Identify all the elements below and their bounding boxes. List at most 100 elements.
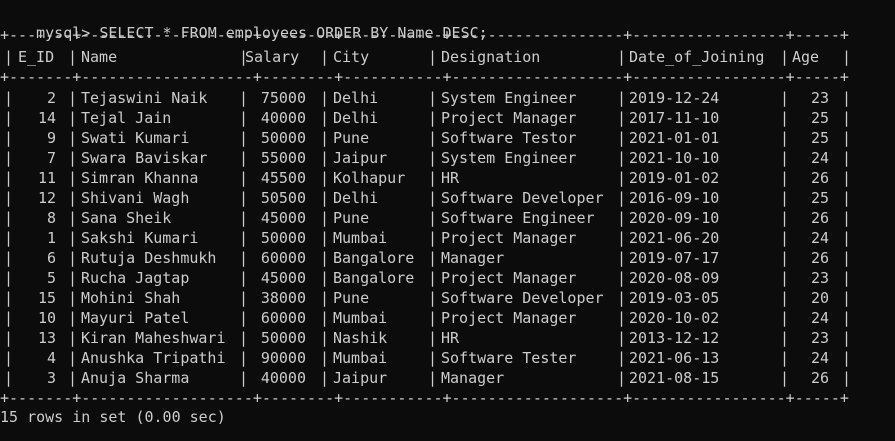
column-separator: | [780,209,790,227]
terminal-window[interactable]: mysql> SELECT * FROM employees ORDER BY … [0,0,895,441]
column-separator: | [320,169,330,187]
column-separator: | [68,329,78,347]
cell-designation: Software Tester [441,349,577,367]
cell-date-of-joining: 2016-09-10 [629,189,720,207]
column-separator: | [428,48,438,66]
column-separator: | [780,229,790,247]
cell-city: Mumbai [333,309,388,327]
cell-date-of-joining: 2019-07-17 [629,249,720,267]
cell-age: 24 [810,149,829,167]
cell-date-of-joining: 2021-01-01 [629,129,720,147]
column-separator: | [428,129,438,147]
column-separator: | [320,229,330,247]
cell-age: 20 [810,289,829,307]
column-separator: | [428,169,438,187]
cell-salary: 55000 [260,149,306,167]
column-separator: | [68,129,78,147]
cell-e-id: 11 [37,169,56,187]
cell-age: 23 [810,329,829,347]
cell-date-of-joining: 2020-08-09 [629,269,720,287]
cell-city: Kolhapur [333,169,406,187]
column-separator: | [68,89,78,107]
column-separator: | [842,229,852,247]
cell-city: Pune [333,289,370,307]
cell-date-of-joining: 2021-06-20 [629,229,720,247]
column-separator: | [4,249,14,267]
cell-age: 23 [810,269,829,287]
column-separator: | [842,269,852,287]
column-separator: | [68,229,78,247]
cell-age: 25 [810,109,829,127]
cell-e-id: 10 [37,309,56,327]
cell-salary: 60000 [260,309,306,327]
column-separator: | [4,349,14,367]
column-separator: | [617,329,627,347]
column-separator: | [4,89,14,107]
cell-age: 26 [810,249,829,267]
column-header-designation: Designation [441,48,541,66]
cell-salary: 60000 [260,249,306,267]
column-separator: | [68,169,78,187]
column-separator: | [320,109,330,127]
column-separator: | [428,369,438,387]
column-separator: | [4,209,14,227]
column-separator: | [428,269,438,287]
column-separator: | [68,149,78,167]
column-separator: | [617,369,627,387]
table-border-header: +-------+-------------------+--------+--… [0,68,849,86]
cell-date-of-joining: 2019-01-02 [629,169,720,187]
column-separator: | [320,269,330,287]
cell-salary: 50000 [260,329,306,347]
cell-age: 26 [810,169,829,187]
cell-name: Mohini Shah [81,289,181,307]
column-separator: | [842,89,852,107]
cell-age: 24 [810,229,829,247]
column-separator: | [4,189,14,207]
cell-name: Rucha Jagtap [81,269,190,287]
column-separator: | [780,109,790,127]
column-separator: | [617,269,627,287]
column-separator: | [780,89,790,107]
cell-designation: Manager [441,369,505,387]
cell-e-id: 13 [37,329,56,347]
cell-designation: Manager [441,249,505,267]
column-header-date-of-joining: Date_of_Joining [629,48,765,66]
column-separator: | [68,369,78,387]
column-separator: | [4,229,14,247]
cell-name: Rutuja Deshmukh [81,249,217,267]
cell-designation: HR [441,329,460,347]
column-header-e-id: E_ID [18,48,55,66]
column-separator: | [320,329,330,347]
cell-salary: 45500 [260,169,306,187]
cell-city: Mumbai [333,229,388,247]
column-separator: | [68,48,78,66]
cell-city: Delhi [333,109,379,127]
cell-salary: 38000 [260,289,306,307]
cell-name: Anushka Tripathi [81,349,226,367]
column-separator: | [617,89,627,107]
column-separator: | [428,109,438,127]
column-separator: | [320,369,330,387]
column-separator: | [428,289,438,307]
column-separator: | [320,189,330,207]
column-separator: | [4,369,14,387]
column-separator: | [842,48,852,66]
cell-age: 25 [810,129,829,147]
cell-designation: Software Developer [441,289,604,307]
column-separator: | [780,269,790,287]
column-separator: | [780,129,790,147]
column-separator: | [617,209,627,227]
cell-city: Delhi [333,89,379,107]
column-separator: | [617,109,627,127]
column-separator: | [428,309,438,327]
column-separator: | [617,349,627,367]
column-separator: | [4,129,14,147]
cell-city: Jaipur [333,369,388,387]
column-separator: | [68,189,78,207]
column-separator: | [428,209,438,227]
column-separator: | [428,229,438,247]
column-separator: | [842,109,852,127]
cell-city: Pune [333,209,370,227]
column-separator: | [68,289,78,307]
cell-date-of-joining: 2021-08-15 [629,369,720,387]
